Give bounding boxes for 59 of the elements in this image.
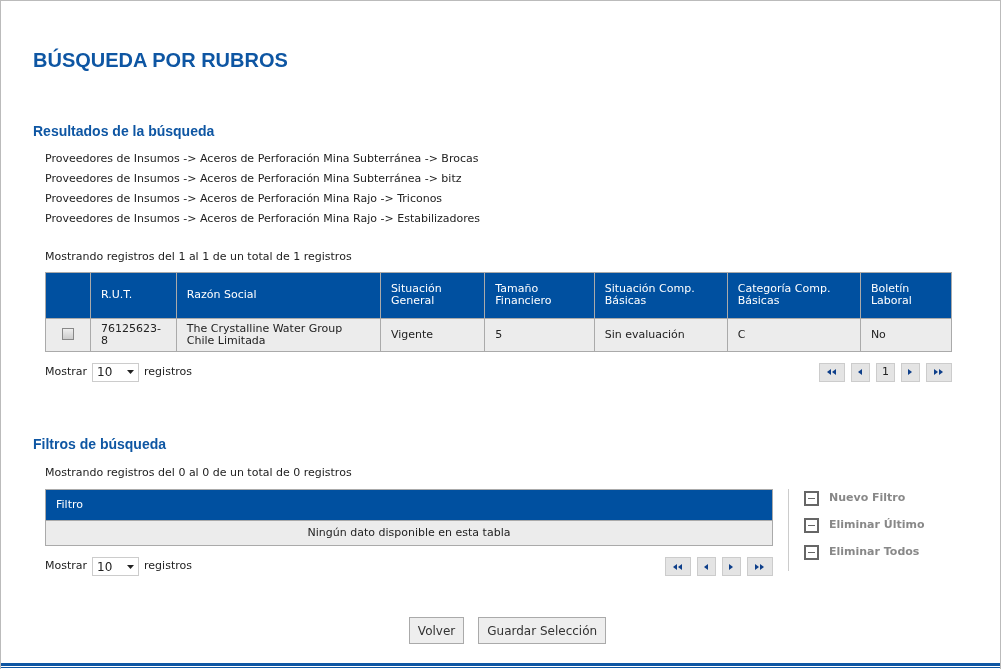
length-label: Mostrar (45, 558, 88, 575)
column-header[interactable]: Situación General (380, 272, 485, 318)
length-label: Mostrar (45, 363, 88, 380)
right-arrow-icon (755, 563, 765, 570)
left-arrow-icon (858, 369, 863, 375)
section-heading: Filtros de búsqueda (33, 434, 166, 454)
right-arrow-icon (729, 563, 734, 570)
left-arrow-icon (704, 563, 709, 570)
filter-action-link[interactable]: Nuevo Filtro (829, 489, 906, 507)
category-path: Proveedores de Insumos -> Aceros de Perforación Mina Rajo -> Estabilizadores (45, 211, 481, 227)
filter-action-link[interactable]: Eliminar Último (829, 516, 925, 534)
table-cell: No (860, 318, 952, 351)
first-page-button[interactable] (665, 557, 691, 576)
next-page-button[interactable] (722, 557, 741, 576)
minus-box-icon (804, 490, 819, 506)
records-info: Mostrando registros del 0 al 0 de un total de 0 registros (45, 464, 352, 481)
page-size-select[interactable]: 10 (92, 557, 140, 576)
row-checkbox[interactable] (62, 328, 74, 341)
action-button[interactable]: Volver (408, 617, 465, 644)
last-page-button[interactable] (926, 362, 952, 382)
column-header[interactable]: Filtro (45, 489, 773, 521)
action-button[interactable]: Guardar Selección (478, 617, 607, 644)
column-header[interactable]: Situación Comp. Básicas (594, 272, 728, 318)
table-cell: Sin evaluación (594, 318, 728, 351)
next-page-button[interactable] (901, 362, 920, 382)
previous-page-button[interactable] (851, 362, 870, 382)
table-cell: C (727, 318, 861, 351)
filter-action-link[interactable]: Eliminar Todos (829, 543, 920, 561)
category-path: Proveedores de Insumos -> Aceros de Perforación Mina Rajo -> Triconos (45, 191, 443, 207)
length-label: registros (144, 363, 192, 380)
length-label: registros (144, 558, 192, 575)
column-header[interactable]: Tamaño Financiero (484, 272, 595, 318)
caret-icon (127, 370, 135, 374)
minus-box-icon (804, 544, 819, 560)
minus-box-icon (804, 517, 819, 533)
left-arrow-icon (827, 369, 837, 375)
left-arrow-icon (673, 563, 683, 570)
right-arrow-icon (908, 369, 913, 375)
previous-page-button[interactable] (697, 557, 716, 576)
table-cell: Vigente (380, 318, 485, 351)
page-button[interactable]: 1 (876, 362, 895, 382)
column-header[interactable]: Razón Social (176, 272, 381, 318)
page-size-select[interactable]: 10 (92, 362, 140, 382)
section-heading: Resultados de la búsqueda (33, 122, 215, 141)
first-page-button[interactable] (819, 362, 845, 382)
records-info: Mostrando registros del 1 al 1 de un total de 1 registros (45, 249, 352, 265)
column-header[interactable]: Categoría Comp. Básicas (727, 272, 861, 318)
category-path: Proveedores de Insumos -> Aceros de Perforación Mina Subterránea -> bitz (45, 171, 462, 187)
table-cell: 5 (484, 318, 595, 351)
category-path: Proveedores de Insumos -> Aceros de Perforación Mina Subterránea -> Brocas (45, 151, 479, 167)
right-arrow-icon (934, 369, 944, 375)
empty-table-message: Ningún dato disponible en esta tabla (45, 520, 773, 546)
page-title: BÚSQUEDA POR RUBROS (33, 47, 288, 73)
table-cell: The Crystalline Water Group Chile Limitada (176, 318, 381, 351)
table-cell: 76125623-8 (90, 318, 177, 351)
last-page-button[interactable] (747, 557, 773, 576)
caret-icon (127, 564, 135, 569)
column-header[interactable]: Boletín Laboral (860, 272, 952, 318)
column-header[interactable]: R.U.T. (90, 272, 177, 318)
